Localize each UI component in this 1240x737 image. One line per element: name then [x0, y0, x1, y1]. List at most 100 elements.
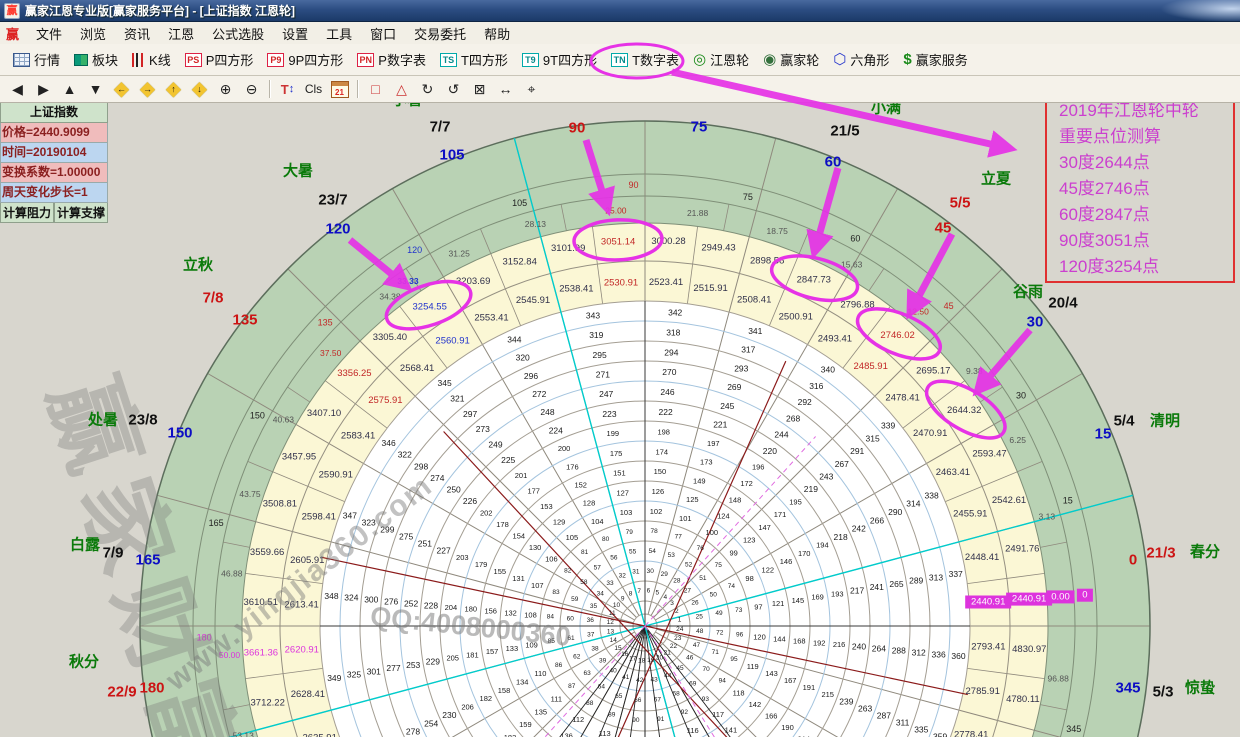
menu-item-工具[interactable]: 工具	[317, 24, 361, 43]
svg-text:120: 120	[407, 245, 422, 255]
svg-text:278: 278	[406, 727, 420, 737]
menu-item-交易委托[interactable]: 交易委托	[405, 24, 475, 43]
svg-text:40.63: 40.63	[273, 414, 295, 424]
calc-support-button[interactable]: 计算支撑	[54, 203, 108, 223]
svg-text:2530.91: 2530.91	[604, 277, 638, 288]
wheel-label: 180	[139, 680, 164, 697]
toolbar-label: T数字表	[632, 50, 679, 69]
svg-text:154: 154	[513, 532, 526, 541]
chart-canvas[interactable]: 1234567891011121314151617181920212223242…	[0, 103, 1240, 737]
svg-text:42: 42	[636, 677, 644, 684]
svg-text:2590.91: 2590.91	[319, 470, 353, 481]
toolbar-button-winner-service[interactable]: $赢家服务	[896, 47, 974, 72]
svg-text:100: 100	[706, 528, 719, 537]
svg-text:92: 92	[681, 709, 689, 716]
pan-up-button[interactable]: ◆↑	[161, 78, 186, 100]
svg-text:249: 249	[488, 440, 502, 450]
pan-right-button[interactable]: ◆→	[135, 78, 160, 100]
svg-text:3508.81: 3508.81	[263, 498, 297, 509]
svg-text:18: 18	[638, 657, 646, 664]
annotation-line: 90度3051点	[1059, 228, 1233, 254]
nav-down-button[interactable]: ▼	[83, 78, 108, 100]
svg-text:359: 359	[933, 731, 947, 737]
rectangle-tool-button[interactable]: □	[363, 78, 388, 100]
svg-text:265: 265	[889, 579, 903, 589]
svg-text:60: 60	[850, 233, 860, 243]
svg-text:3051.14: 3051.14	[601, 236, 635, 247]
toolbar-button-9p-square[interactable]: P99P四方形	[260, 47, 350, 72]
toolbar-button-gann-wheel[interactable]: ◎江恩轮	[686, 47, 756, 72]
resize-tool-button[interactable]: ↔	[493, 78, 518, 100]
wheel-label: 105	[439, 147, 464, 164]
toolbar-button-hexagon[interactable]: ⬡六角形	[826, 47, 896, 72]
menu-item-浏览[interactable]: 浏览	[71, 24, 115, 43]
zoom-out-button[interactable]: ⊖	[239, 78, 264, 100]
select-tool-button[interactable]: ⌖	[519, 78, 544, 100]
zoom-in-button[interactable]: ⊕	[213, 78, 238, 100]
toolbar-button-t-number-table[interactable]: TNT数字表	[604, 47, 686, 72]
clear-button[interactable]: Cls	[301, 78, 326, 100]
menu-item-文件[interactable]: 文件	[27, 24, 71, 43]
nav-back-button[interactable]: ◀	[5, 78, 30, 100]
svg-text:113: 113	[599, 729, 611, 737]
svg-text:9: 9	[621, 596, 625, 603]
svg-text:343: 343	[586, 310, 600, 320]
toolbar-button-9t-square[interactable]: T99T四方形	[515, 47, 604, 72]
menu-item-资讯[interactable]: 资讯	[115, 24, 159, 43]
svg-text:63: 63	[583, 670, 591, 677]
svg-text:67: 67	[654, 697, 662, 704]
svg-text:243: 243	[819, 472, 833, 482]
menu-item-公式选股[interactable]: 公式选股	[203, 24, 273, 43]
svg-text:141: 141	[725, 726, 738, 735]
rotate-ccw-button[interactable]: ↺	[441, 78, 466, 100]
menu-item-江恩[interactable]: 江恩	[159, 24, 203, 43]
toolbar-button-t-square[interactable]: TST四方形	[433, 47, 515, 72]
svg-text:20: 20	[656, 654, 664, 661]
pan-down-button[interactable]: ◆↓	[187, 78, 212, 100]
time-price-toggle-button[interactable]: T↕	[275, 78, 300, 100]
menu-logo-icon: 赢	[0, 24, 27, 43]
svg-text:51: 51	[699, 575, 707, 582]
svg-text:40: 40	[609, 667, 617, 674]
toolbar-button-p-number-table[interactable]: PNP数字表	[350, 47, 433, 72]
svg-text:268: 268	[786, 413, 800, 423]
svg-text:2620.91: 2620.91	[285, 645, 319, 656]
svg-text:93: 93	[702, 696, 710, 703]
menu-item-窗口[interactable]: 窗口	[361, 24, 405, 43]
svg-text:2695.17: 2695.17	[916, 365, 950, 376]
svg-text:123: 123	[743, 536, 756, 545]
nav-up-button[interactable]: ▲	[57, 78, 82, 100]
toolbar-button-sectors[interactable]: 板块	[67, 47, 125, 72]
svg-text:150: 150	[654, 467, 667, 476]
svg-text:266: 266	[870, 515, 884, 525]
calc-resistance-button[interactable]: 计算阻力	[0, 203, 54, 223]
rotate-cw-button[interactable]: ↻	[415, 78, 440, 100]
svg-text:143: 143	[765, 669, 778, 678]
wheel-label: 23/7	[318, 192, 347, 209]
svg-text:170: 170	[798, 549, 811, 558]
svg-text:349: 349	[327, 673, 341, 683]
pan-left-button[interactable]: ◆←	[109, 78, 134, 100]
toolbar-button-quotes[interactable]: 行情	[6, 47, 67, 72]
svg-text:46: 46	[686, 654, 694, 661]
menu-item-帮助[interactable]: 帮助	[475, 24, 519, 43]
triangle-tool-button[interactable]: △	[389, 78, 414, 100]
wheel-label: 春分	[1190, 541, 1220, 562]
svg-text:223: 223	[602, 409, 616, 419]
toolbar-button-p-square[interactable]: PSP四方形	[178, 47, 261, 72]
toolbar-button-winner-wheel[interactable]: ◉赢家轮	[756, 47, 826, 72]
toolbar-button-kline[interactable]: K线	[125, 47, 178, 72]
toolbar-label: 9T四方形	[543, 50, 597, 69]
calendar-button[interactable]: 21	[327, 78, 352, 100]
svg-text:178: 178	[496, 520, 509, 529]
svg-text:176: 176	[566, 462, 579, 471]
delete-box-button[interactable]: ⊠	[467, 78, 492, 100]
info-row: 时间=20190104	[0, 143, 108, 163]
wheel-label: 21/3	[1146, 545, 1175, 562]
nav-forward-button[interactable]: ▶	[31, 78, 56, 100]
svg-text:2593.47: 2593.47	[972, 449, 1006, 460]
dollar-icon: $	[903, 52, 911, 67]
menu-item-设置[interactable]: 设置	[273, 24, 317, 43]
svg-text:191: 191	[803, 683, 816, 692]
svg-text:246: 246	[660, 387, 674, 397]
